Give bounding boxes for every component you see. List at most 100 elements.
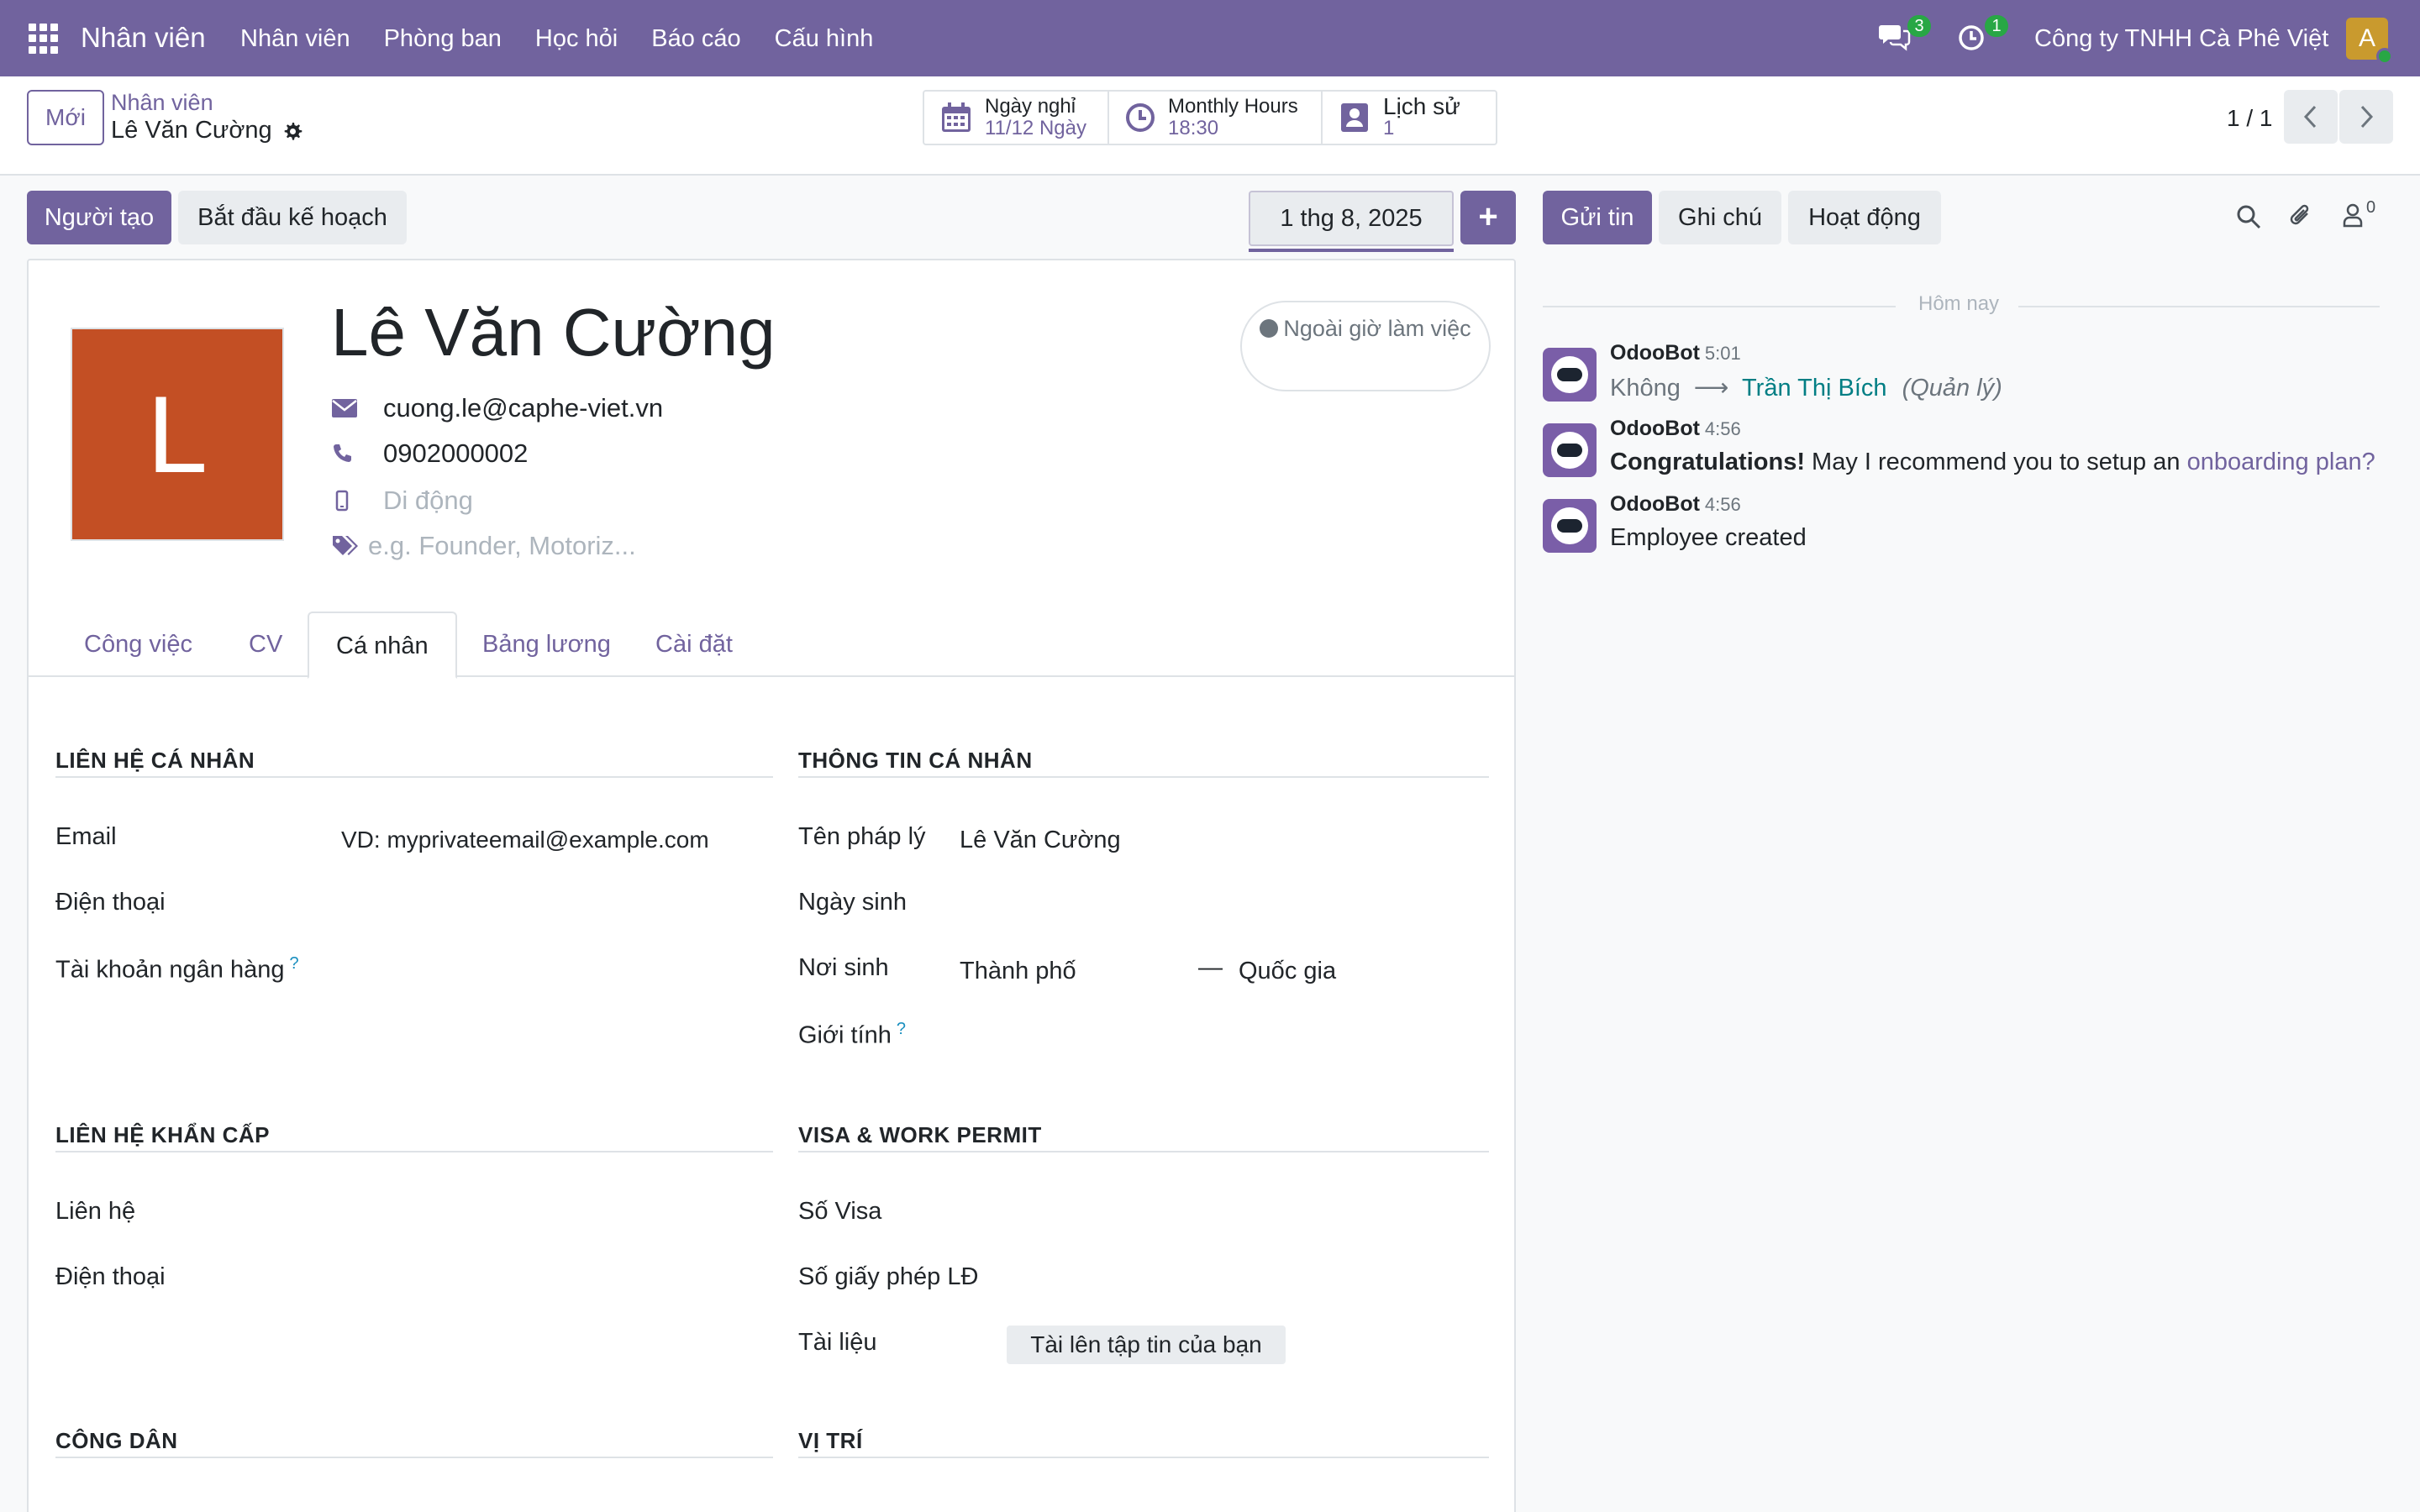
menu-item-departments[interactable]: Phòng ban (384, 25, 502, 53)
tab-settings[interactable]: Cài đặt (629, 612, 760, 677)
today-separator: Hôm nay (1918, 292, 2000, 315)
message-author-name[interactable]: OdooBot (1610, 341, 1700, 365)
message-author: OdooBot 4:56 (1610, 492, 1741, 517)
employee-avatar[interactable]: L (71, 328, 284, 541)
new-button[interactable]: Mới (27, 90, 104, 145)
work-permit-number-label: Số giấy phép LĐ (798, 1263, 979, 1290)
menu-item-configuration[interactable]: Cấu hình (775, 25, 874, 53)
smart-button-monthly-hours[interactable]: Monthly Hours 18:30 (1109, 92, 1323, 144)
date-field[interactable]: 1 thg 8, 2025 (1249, 191, 1454, 246)
add-button[interactable]: + (1460, 191, 1516, 244)
menu-item-learning[interactable]: Học hỏi (535, 25, 618, 53)
main-menu: Nhân viên Phòng ban Học hỏi Báo cáo Cấu … (240, 25, 907, 53)
time-off-label: Ngày nghỉ (985, 95, 1076, 118)
breadcrumb-current-label: Lê Văn Cường (111, 117, 272, 144)
top-navbar: Nhân viên Nhân viên Phòng ban Học hỏi Bá… (0, 0, 2420, 76)
gender-label-text: Giới tính (798, 1021, 892, 1049)
employee-name[interactable]: Lê Văn Cường (331, 294, 776, 371)
start-plan-button[interactable]: Bắt đầu kế hoạch (178, 191, 407, 244)
work-phone-value[interactable]: 0902000002 (383, 438, 528, 469)
paperclip-icon[interactable] (2287, 202, 2314, 230)
legal-name-input[interactable]: Lê Văn Cường (960, 827, 1121, 854)
activities-button[interactable]: 1 (1956, 15, 2008, 55)
message-author: OdooBot 4:56 (1610, 417, 1741, 441)
apps-menu-icon[interactable] (29, 24, 59, 54)
odoobot-avatar[interactable] (1543, 423, 1597, 477)
divider (1543, 306, 1896, 307)
log-note-button[interactable]: Ghi chú (1659, 191, 1781, 244)
message-time: 4:56 (1704, 418, 1741, 439)
work-email-value[interactable]: cuong.le@caphe-viet.vn (383, 393, 663, 423)
divider (55, 1151, 773, 1152)
smart-button-time-off[interactable]: Ngày nghỉ 11/12 Ngày (924, 92, 1109, 144)
tags-input[interactable]: e.g. Founder, Motoriz... (368, 531, 636, 561)
gear-icon[interactable] (282, 121, 302, 141)
help-tooltip-icon[interactable]: ? (290, 954, 299, 973)
smart-button-history[interactable]: Lịch sử 1 (1323, 92, 1496, 144)
birthplace-dash: — (1198, 954, 1223, 981)
divider (798, 1457, 1489, 1458)
visa-permit-title: VISA & WORK PERMIT (798, 1122, 1042, 1147)
monthly-hours-value: 18:30 (1168, 117, 1219, 139)
mobile-input[interactable]: Di động (383, 486, 473, 516)
pager-next-button[interactable] (2339, 90, 2393, 144)
divider (798, 1151, 1489, 1152)
divider (2018, 306, 2380, 307)
tags-row: e.g. Founder, Motoriz... (331, 531, 636, 561)
menu-item-employees[interactable]: Nhân viên (240, 25, 350, 53)
message-author-name[interactable]: OdooBot (1610, 492, 1700, 516)
divider (798, 776, 1489, 778)
menu-item-reporting[interactable]: Báo cáo (651, 25, 740, 53)
activities-badge: 1 (1985, 15, 2008, 37)
control-panel: Mới Nhân viên Lê Văn Cường Ngày nghỉ 11/… (0, 76, 2420, 176)
chevron-right-icon (2360, 105, 2374, 129)
message-body: Congratulations! May I recommend you to … (1610, 449, 2375, 476)
tab-resume[interactable]: CV (222, 612, 309, 677)
onboarding-plan-link[interactable]: onboarding plan? (2187, 449, 2375, 475)
app-brand[interactable]: Nhân viên (81, 22, 206, 54)
emergency-contact-label: Liên hệ (55, 1198, 136, 1225)
user-avatar[interactable]: A (2346, 18, 2393, 65)
company-switcher[interactable]: Công ty TNHH Cà Phê Việt (2034, 25, 2328, 53)
upload-file-button[interactable]: Tài lên tập tin của bạn (1007, 1326, 1286, 1364)
odoobot-avatar[interactable] (1543, 499, 1597, 553)
private-email-label: Email (55, 823, 117, 850)
pager-value[interactable]: 1 / 1 (2227, 105, 2272, 132)
birthplace-country-input[interactable]: Quốc gia (1239, 958, 1336, 985)
chat-bubbles-icon (1879, 25, 1911, 51)
breadcrumb-parent[interactable]: Nhân viên (111, 90, 213, 116)
odoobot-avatar[interactable] (1543, 348, 1597, 402)
history-label: Lịch sử (1383, 93, 1460, 119)
private-contact-title: LIÊN HỆ CÁ NHÂN (55, 748, 255, 773)
pager-previous-button[interactable] (2284, 90, 2338, 144)
user-icon (2343, 203, 2363, 228)
online-status-dot (2376, 48, 2393, 65)
visa-number-label: Số Visa (798, 1198, 882, 1225)
tab-payroll[interactable]: Bảng lương (455, 612, 638, 677)
send-message-button[interactable]: Gửi tin (1543, 191, 1652, 244)
divider (55, 776, 773, 778)
birthplace-label: Nơi sinh (798, 954, 889, 981)
emergency-contact-title: LIÊN HỆ KHẨN CẤP (55, 1122, 271, 1147)
divider (55, 1457, 773, 1458)
messages-button[interactable]: 3 (1879, 15, 1931, 55)
message-author: OdooBot 5:01 (1610, 341, 1741, 365)
clock-icon (1126, 103, 1155, 132)
activity-button[interactable]: Hoạt động (1788, 191, 1941, 244)
help-tooltip-icon[interactable]: ? (897, 1020, 906, 1038)
tab-work[interactable]: Công việc (57, 612, 219, 677)
contact-card-icon (1341, 103, 1368, 132)
presence-dot-icon (1260, 319, 1279, 338)
birthday-label: Ngày sinh (798, 889, 907, 916)
followers-button[interactable]: 0 (2341, 198, 2375, 228)
message-author-name[interactable]: OdooBot (1610, 417, 1700, 440)
citizenship-title: CÔNG DÂN (55, 1428, 178, 1453)
emergency-phone-label: Điện thoại (55, 1263, 166, 1290)
presence-status[interactable]: Ngoài giờ làm việc (1240, 301, 1491, 391)
private-email-input[interactable]: VD: myprivateemail@example.com (341, 827, 709, 853)
birthplace-city-input[interactable]: Thành phố (960, 958, 1076, 985)
envelope-icon (332, 399, 357, 417)
tab-private[interactable]: Cá nhân (308, 612, 457, 679)
search-icon[interactable] (2235, 203, 2262, 230)
creator-button[interactable]: Người tạo (27, 191, 171, 244)
